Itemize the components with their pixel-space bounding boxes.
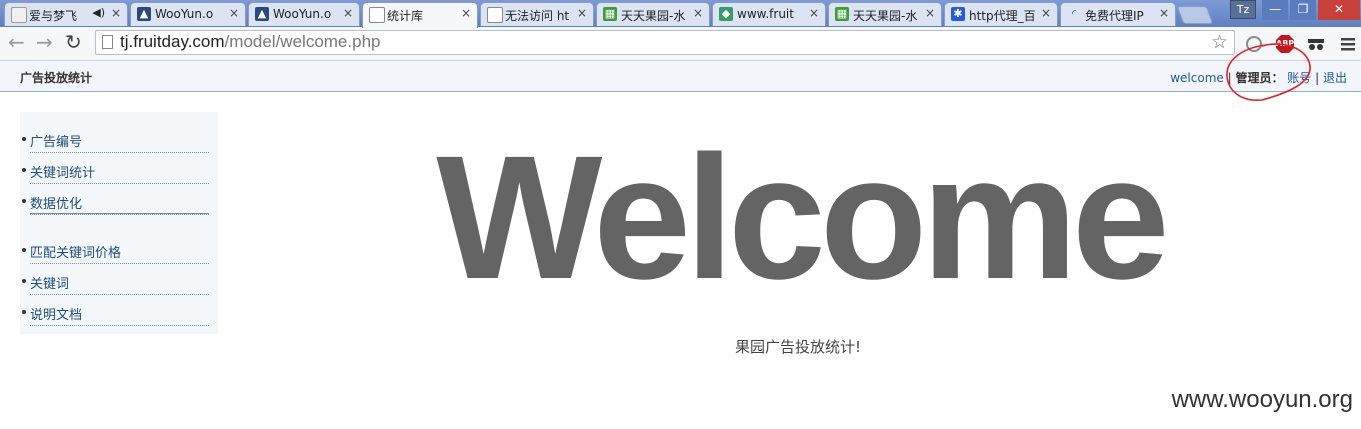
forward-icon[interactable]: →: [36, 32, 53, 52]
sidebar-item[interactable]: 广告编号: [22, 126, 209, 153]
url-text[interactable]: tj.fruitday.com/model/welcome.php: [120, 32, 380, 52]
fruitday-icon: ▦: [835, 7, 849, 21]
browser-tab[interactable]: ◆ www.fruit ×: [712, 2, 826, 26]
tab-close-icon[interactable]: ×: [693, 6, 703, 20]
browser-tab[interactable]: ✱ http代理_百 ×: [944, 2, 1058, 26]
sidebar-item[interactable]: 关键词统计: [22, 157, 209, 184]
wooyun-icon: ▲: [137, 7, 151, 21]
annotation-circle: [1226, 43, 1311, 101]
sidebar-divider: [30, 213, 209, 214]
browser-tab[interactable]: ◜ 免费代理IP ×: [1060, 2, 1176, 26]
menu-icon[interactable]: [1340, 34, 1360, 54]
welcome-subtitle: 果园广告投放统计!: [734, 338, 861, 356]
sidebar-nav: 广告编号 关键词统计 数据优化 匹配关键词价格 关键词 说明文档: [20, 112, 218, 334]
page-icon: [487, 7, 503, 23]
logout-link[interactable]: 退出: [1323, 71, 1347, 85]
profile-badge[interactable]: Tz: [1230, 0, 1256, 19]
tab-close-icon[interactable]: ×: [577, 6, 587, 20]
tab-close-icon[interactable]: ×: [1159, 6, 1169, 20]
tab-close-icon[interactable]: ×: [343, 6, 353, 20]
back-icon[interactable]: ←: [8, 32, 25, 52]
browser-tab[interactable]: 爱与梦飞 ◀) ×: [4, 2, 128, 26]
reload-icon[interactable]: ↻: [65, 32, 82, 52]
paw-icon: ✱: [951, 7, 965, 21]
close-window-icon[interactable]: ✕: [1318, 0, 1360, 20]
tab-close-icon[interactable]: ×: [925, 6, 935, 20]
welcome-heading: Welcome: [436, 120, 1169, 316]
browser-tab-active[interactable]: 统计库 ×: [362, 2, 478, 28]
sidebar-item[interactable]: 关键词: [22, 268, 209, 295]
page-icon: [102, 35, 113, 49]
sidebar-item[interactable]: 说明文档: [22, 299, 209, 326]
tab-close-icon[interactable]: ×: [1041, 6, 1051, 20]
watermark: www.wooyun.org: [1171, 386, 1353, 413]
app-header: 广告投放统计 welcome | 管理员： 账号 | 退出: [0, 61, 1361, 92]
browser-tab[interactable]: ▦ 天天果园-水 ×: [596, 2, 710, 26]
url-path: /model/welcome.php: [224, 32, 381, 51]
minimize-icon[interactable]: —: [1262, 0, 1288, 20]
page-icon: [369, 7, 385, 23]
browser-tab[interactable]: ▲ WooYun.o ×: [248, 2, 360, 26]
browser-tab[interactable]: ▦ 天天果园-水 ×: [828, 2, 942, 26]
sidebar-item[interactable]: 数据优化: [22, 188, 209, 215]
new-tab-button[interactable]: [1176, 6, 1214, 24]
welcome-link[interactable]: welcome: [1170, 71, 1224, 85]
browser-tab[interactable]: 无法访问 ht ×: [480, 2, 594, 26]
loading-icon: ◜: [1071, 7, 1077, 20]
tab-close-icon[interactable]: ×: [809, 6, 819, 20]
tab-close-icon[interactable]: ×: [111, 6, 121, 20]
speaker-icon: ◀): [92, 6, 105, 19]
browser-tab-strip: 爱与梦飞 ◀) × ▲ WooYun.o × ▲ WooYun.o × 统计库 …: [0, 0, 1361, 28]
browser-toolbar: ← → ↻ tj.fruitday.com/model/welcome.php …: [0, 27, 1361, 61]
wooyun-icon: ▲: [255, 7, 269, 21]
sidebar-item[interactable]: 匹配关键词价格: [22, 237, 209, 264]
browser-tab[interactable]: ▲ WooYun.o ×: [130, 2, 246, 26]
tab-close-icon[interactable]: ×: [461, 6, 471, 20]
url-host: tj.fruitday.com: [120, 32, 225, 51]
page-icon: [11, 7, 27, 23]
fruitday-icon: ▦: [603, 7, 617, 21]
fruitday-icon: ◆: [719, 7, 733, 21]
tab-close-icon[interactable]: ×: [229, 6, 239, 20]
app-title: 广告投放统计: [20, 71, 93, 85]
maximize-icon[interactable]: ❐: [1290, 0, 1316, 20]
address-bar[interactable]: tj.fruitday.com/model/welcome.php ☆: [95, 30, 1235, 55]
